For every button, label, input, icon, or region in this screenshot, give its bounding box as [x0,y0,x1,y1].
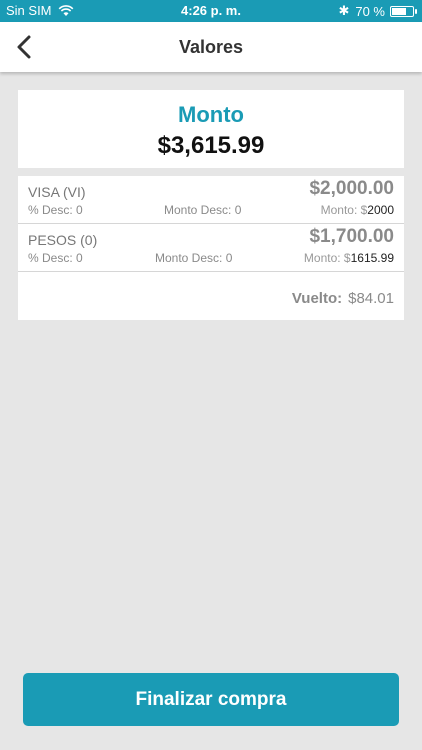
navigation-bar: Valores [0,22,422,72]
change-value: $84.01 [348,290,394,307]
finish-purchase-button[interactable]: Finalizar compra [23,673,399,726]
payment-monto-label: Monto: $ [320,203,368,217]
payment-discount-amount: Monto Desc: 0 [155,251,233,265]
payment-monto-value: 1615.99 [350,251,394,265]
payment-method: PESOS (0) [28,232,98,248]
payment-monto: Monto: $2000 [321,203,394,217]
payment-discount-amount: Monto Desc: 0 [164,203,242,217]
payment-monto-value: 2000 [367,203,394,217]
battery-icon [390,5,417,17]
payment-row-pesos[interactable]: PESOS (0) $1,700.00 % Desc: 0 Monto Desc… [18,224,404,272]
payment-monto: Monto: $1615.99 [304,251,394,265]
payments-card: VISA (VI) $2,000.00 % Desc: 0 Monto Desc… [18,176,404,320]
total-label: Monto [178,102,244,127]
change-label: Vuelto: [291,290,343,307]
total-value: $3,615.99 [157,132,265,159]
payment-row-visa[interactable]: VISA (VI) $2,000.00 % Desc: 0 Monto Desc… [18,176,404,224]
change-row: Vuelto: $84.01 [292,290,394,307]
payment-method: VISA (VI) [28,184,86,200]
bluetooth-icon: ✱ [338,3,350,18]
total-card: Monto $3,615.99 [18,90,404,168]
payment-amount: $1,700.00 [309,226,394,247]
battery-percent: 70 % [355,3,385,19]
status-bar: Sin SIM 4:26 p. m. ✱ 70 % [0,0,422,22]
payment-amount: $2,000.00 [309,178,394,199]
page-title: Valores [178,37,244,57]
payment-discount-percent: % Desc: 0 [28,203,83,217]
status-right: ✱ 70 % [338,3,417,19]
payment-discount-percent: % Desc: 0 [28,251,83,265]
payment-monto-label: Monto: $ [303,251,351,265]
